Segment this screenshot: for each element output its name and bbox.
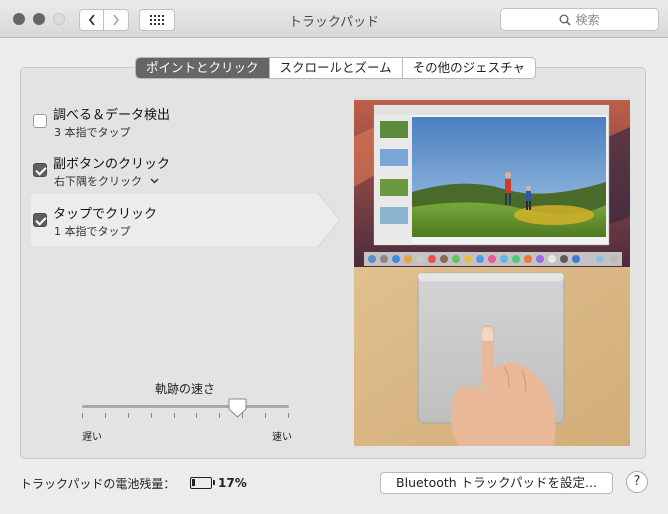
- slow-label: 遅い: [82, 432, 102, 443]
- battery-label: トラックパッドの電池残量：: [20, 477, 176, 491]
- secondary-click-dropdown[interactable]: 右下隅をクリック: [54, 173, 159, 189]
- gesture-preview-video: [354, 97, 630, 446]
- battery-level-fill: [192, 479, 195, 486]
- search-field[interactable]: 検索: [500, 8, 659, 31]
- option-secondary-click: 副ボタンのクリック 右下隅をクリック: [33, 153, 233, 193]
- slider-tick: [150, 413, 152, 418]
- option-subtitle: 右下隅をクリック: [54, 175, 142, 188]
- title-bar: トラックパッド 検索: [0, 0, 668, 38]
- setup-bluetooth-trackpad-button[interactable]: Bluetooth トラックパッドを設定...: [380, 472, 613, 494]
- option-tap-to-click: タップでクリック 1 本指でタップ: [33, 203, 233, 243]
- chevron-down-icon: [150, 178, 159, 184]
- tab-point-and-click[interactable]: ポイントとクリック: [136, 58, 269, 78]
- slider-tick: [104, 413, 106, 418]
- option-title: 調べる＆データ検出: [53, 108, 171, 123]
- tracking-speed-knob[interactable]: [228, 398, 247, 418]
- slider-tick: [288, 413, 289, 418]
- option-title: タップでクリック: [53, 207, 158, 222]
- tab-bar: ポイントとクリック スクロールとズーム その他のジェスチャ: [135, 57, 537, 79]
- slider-tick: [219, 413, 221, 418]
- secondary-click-checkbox[interactable]: [33, 163, 47, 177]
- battery-percent: 17%: [218, 476, 247, 490]
- option-subtitle: 3 本指でタップ: [54, 126, 131, 139]
- tab-more-gestures[interactable]: その他のジェスチャ: [401, 58, 535, 78]
- tab-scroll-and-zoom[interactable]: スクロールとズーム: [268, 58, 402, 78]
- lookup-checkbox[interactable]: [33, 114, 47, 128]
- tracking-speed-ticks: [82, 413, 289, 419]
- option-subtitle: 1 本指でタップ: [54, 225, 131, 238]
- search-icon: [559, 14, 572, 26]
- tracking-speed-track[interactable]: [82, 405, 289, 408]
- option-title: 副ボタンのクリック: [53, 157, 171, 172]
- slider-tick: [173, 413, 175, 418]
- help-button[interactable]: ?: [626, 471, 648, 493]
- search-placeholder: 検索: [575, 13, 600, 27]
- fast-label: 速い: [272, 432, 292, 443]
- tracking-speed-label: 軌跡の速さ: [154, 382, 215, 396]
- tap-to-click-checkbox[interactable]: [33, 213, 47, 227]
- slider-tick: [127, 413, 129, 418]
- battery-icon: [190, 477, 215, 489]
- slider-tick: [82, 413, 83, 418]
- slider-tick: [265, 413, 267, 418]
- option-lookup: 調べる＆データ検出 3 本指でタップ: [33, 104, 233, 144]
- slider-tick: [196, 413, 198, 418]
